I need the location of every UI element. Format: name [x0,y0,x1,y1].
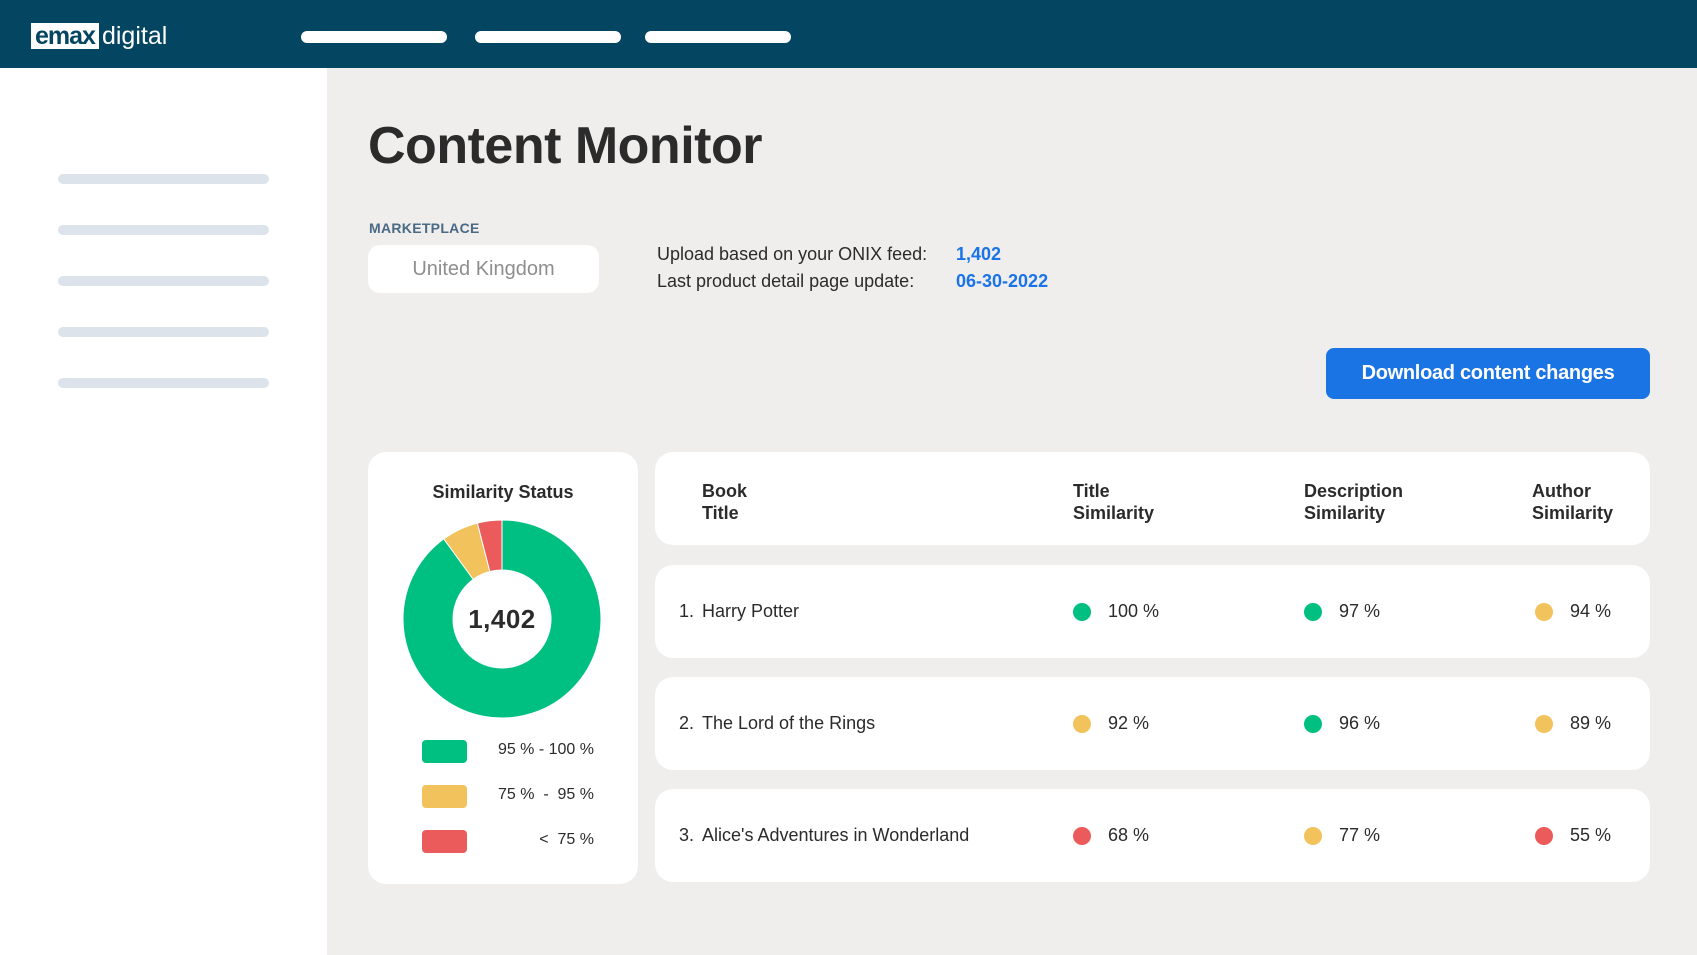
title-similarity-cell: 68 % [1073,789,1149,882]
top-nav-item-2[interactable] [475,31,621,43]
legend-swatch-low [422,830,467,853]
author-similarity-value: 94 % [1570,601,1612,621]
status-dot-icon [1535,714,1553,733]
sidebar-item-5[interactable] [58,378,269,388]
sidebar-item-2[interactable] [58,225,269,235]
row-number: 3. [679,825,695,845]
author-similarity-cell: 55 % [1535,789,1611,882]
similarity-status-card: Similarity Status 1,402 95 % - 100 % 75 … [368,452,638,884]
col-head-text: Book [702,481,747,501]
book-title-cell: 1. Harry Potter [679,565,799,658]
row-number: 1. [679,601,695,621]
donut-center-total: 1,402 [468,603,536,634]
row-number: 2. [679,713,695,733]
status-dot-icon [1535,602,1553,621]
download-content-changes-button[interactable]: Download content changes [1326,348,1650,399]
book-title: The Lord of the Rings [702,713,876,733]
table-row[interactable]: 3. Alice's Adventures in Wonderland 68 %… [655,789,1650,882]
table-header: Book Title Title Similarity Description … [655,452,1650,545]
author-similarity-cell: 89 % [1535,677,1611,770]
description-similarity-cell: 96 % [1304,677,1380,770]
title-similarity-value: 100 % [1108,601,1160,621]
update-value: 06-30-2022 [956,271,1049,291]
marketplace-select[interactable]: United Kingdom [368,245,599,293]
upload-label: Upload based on your ONIX feed: [657,244,928,264]
legend-swatch-high [422,740,467,763]
sidebar-item-4[interactable] [58,327,269,337]
col-head-text: Title [1073,481,1110,501]
status-dot-icon [1073,602,1091,621]
col-head-title-similarity[interactable]: Title Similarity [1073,480,1154,524]
status-dot-icon [1304,602,1322,621]
book-title-cell: 3. Alice's Adventures in Wonderland [679,789,969,882]
logo-word: digital [101,22,168,50]
status-dot-icon [1304,826,1322,845]
title-similarity-cell: 92 % [1073,677,1149,770]
book-title: Harry Potter [702,601,800,621]
status-dot-icon [1073,826,1091,845]
table-row[interactable]: 1. Harry Potter 100 % 97 % 94 % [655,565,1650,658]
col-head-text: Similarity [1304,503,1386,523]
status-dot-icon [1073,714,1091,733]
page-title: Content Monitor [368,117,762,175]
book-title-cell: 2. The Lord of the Rings [679,677,875,770]
author-similarity-value: 89 % [1570,713,1612,733]
col-head-description-similarity[interactable]: Description Similarity [1304,480,1403,524]
col-head-book-title[interactable]: Book Title [702,480,747,524]
col-head-text: Similarity [1532,503,1614,523]
title-similarity-value: 92 % [1108,713,1150,733]
col-head-text: Description [1304,481,1404,501]
description-similarity-value: 77 % [1339,825,1381,845]
book-title: Alice's Adventures in Wonderland [702,825,970,845]
status-dot-icon [1535,826,1553,845]
legend-label-mid: 75 % - 95 % [497,786,594,803]
legend-label-high: 95 % - 100 % [497,741,594,758]
description-similarity-value: 97 % [1339,601,1381,621]
col-head-text: Similarity [1073,503,1155,523]
status-dot-icon [1304,714,1322,733]
marketplace-label: MARKETPLACE [369,220,480,236]
similarity-status-title: Similarity Status [432,482,574,502]
author-similarity-value: 55 % [1570,825,1612,845]
title-similarity-cell: 100 % [1073,565,1159,658]
legend-label-low: < 75 % [539,831,594,848]
sidebar-item-3[interactable] [58,276,269,286]
table-row[interactable]: 2. The Lord of the Rings 92 % 96 % 89 % [655,677,1650,770]
upload-value: 1,402 [956,244,1002,264]
description-similarity-value: 96 % [1339,713,1381,733]
author-similarity-cell: 94 % [1535,565,1611,658]
description-similarity-cell: 97 % [1304,565,1380,658]
title-similarity-value: 68 % [1108,825,1150,845]
description-similarity-cell: 77 % [1304,789,1380,882]
sidebar-item-1[interactable] [58,174,269,184]
emax-logo[interactable]: emax digital [31,23,167,49]
top-nav-item-3[interactable] [645,31,791,43]
col-head-text: Title [702,503,739,523]
col-head-text: Author [1532,481,1591,501]
logo-box: emax [31,23,99,49]
sidebar [0,68,327,955]
col-head-author-similarity[interactable]: Author Similarity [1532,480,1613,524]
update-label: Last product detail page update: [657,271,915,291]
legend-swatch-mid [422,785,467,808]
top-bar: emax digital [0,0,1697,68]
top-nav-item-1[interactable] [301,31,447,43]
